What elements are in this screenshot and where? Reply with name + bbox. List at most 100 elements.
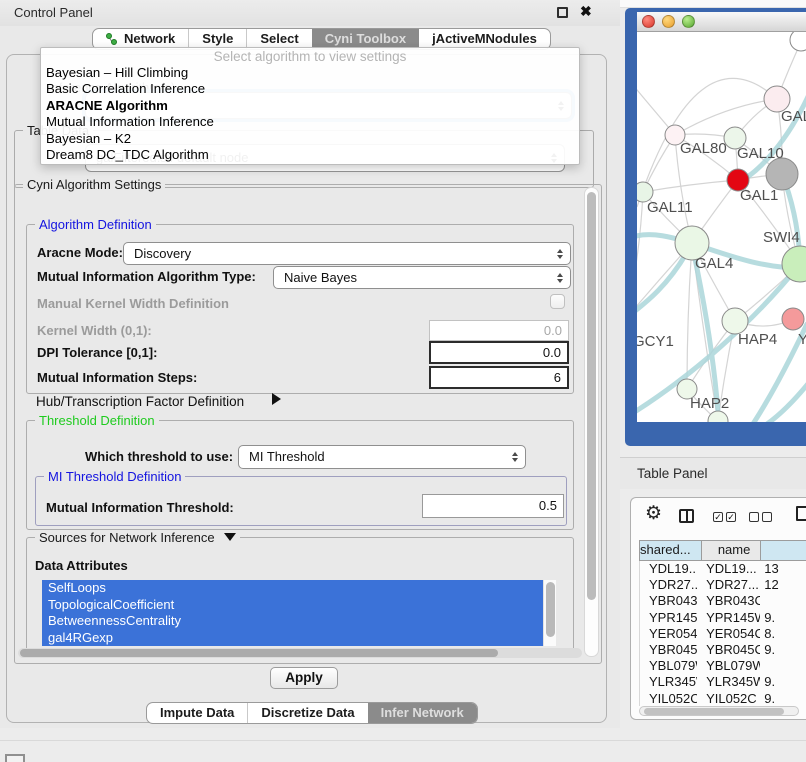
select-all-checkboxes-icon[interactable]: ✓✓ [713,512,736,522]
algorithm-definition-group: Algorithm Definition Aracne Mode: Discov… [26,224,574,394]
tab-cyni-toolbox[interactable]: Cyni Toolbox [312,29,419,49]
tab-jactivemnodules[interactable]: jActiveMNodules [419,29,550,49]
combo-stepper-icon [512,446,518,468]
tab-style[interactable]: Style [188,29,246,49]
table-row[interactable]: YIL052CYIL052C9. [640,691,806,707]
apply-button[interactable]: Apply [270,667,338,689]
table-row[interactable]: YBR043CYBR043C [640,593,806,609]
network-node[interactable] [790,32,806,51]
float-panel-icon[interactable] [557,7,568,18]
table-cell: 13 [760,561,806,577]
aracne-mode-combo[interactable]: Discovery [123,242,571,265]
control-panel: Control Panel ✖ NetworkStyleSelectCyni T… [0,0,620,728]
bottom-tab-impute-data[interactable]: Impute Data [147,703,247,723]
table-horizontal-scrollbar[interactable] [639,706,799,716]
settings-vertical-scrollbar[interactable] [584,187,599,657]
collapse-arrow-icon[interactable] [224,533,236,541]
algorithm-option[interactable]: Basic Correlation Inference [41,81,579,97]
mi-threshold-label: Mutual Information Threshold: [46,500,234,515]
network-node-swi4[interactable] [782,246,806,282]
attributes-vertical-scrollbar[interactable] [543,580,556,646]
algorithm-option[interactable]: Dream8 DC_TDC Algorithm [41,147,579,163]
data-attributes-label: Data Attributes [35,558,128,573]
table-rows: YDL19...YDL19...13YDR27...YDR27...12YBR0… [639,561,806,706]
algorithm-option[interactable]: ARACNE Algorithm [41,98,579,114]
attribute-list-item[interactable]: BetweennessCentrality [42,613,543,630]
table-cell: YPR145W [640,610,697,626]
close-traffic-light-icon[interactable] [642,15,655,28]
bottom-tab-infer-network[interactable]: Infer Network [368,703,477,723]
table-cell: YDR27... [697,577,760,593]
expand-arrow-icon[interactable] [272,393,281,405]
table-cell: 12 [760,577,806,593]
table-row[interactable]: YPR145WYPR145W9. [640,610,806,626]
tab-network[interactable]: Network [93,29,188,49]
which-threshold-combo[interactable]: MI Threshold [238,445,526,469]
network-nodes: GALGAL80GAL10GAL1GAL11GAL4SWI4GCY1HAP4YH… [637,32,806,422]
sources-title-text: Sources for Network Inference [39,530,215,545]
table-row[interactable]: YBR045CYBR045C9. [640,642,806,658]
aracne-mode-value: Discovery [134,243,570,264]
network-node-y[interactable] [782,308,804,330]
column-header[interactable]: shared... [640,541,702,560]
column-header[interactable] [761,541,806,560]
collapsed-panel-button[interactable] [5,754,25,762]
threshold-definition-group: Threshold Definition Which threshold to … [26,420,574,530]
settings-gear-icon[interactable]: ⚙ [645,502,662,525]
network-canvas[interactable]: GALGAL80GAL10GAL1GAL11GAL4SWI4GCY1HAP4YH… [637,32,806,422]
hub-definition-label: Hub/Transcription Factor Definition [36,394,244,409]
kernel-width-field[interactable]: 0.0 [429,320,569,341]
document-icon[interactable] [796,506,806,521]
algorithm-definition-title: Algorithm Definition [35,217,156,232]
tab-select[interactable]: Select [246,29,311,49]
algorithm-option[interactable]: Mutual Information Inference [41,114,579,130]
mi-threshold-field[interactable]: 0.5 [422,494,564,518]
scrollbar-thumb[interactable] [546,582,555,637]
table-row[interactable]: YBL079WYBL079W [640,658,806,674]
network-node[interactable] [708,411,728,422]
mi-steps-label: Mutual Information Steps: [37,370,197,385]
table-cell: 9. [760,610,806,626]
mi-steps-field[interactable]: 6 [429,366,569,389]
bottom-tab-discretize-data[interactable]: Discretize Data [247,703,367,723]
split-columns-icon[interactable] [679,509,694,523]
dpi-tolerance-field[interactable]: 0.0 [429,341,569,364]
network-view-window: GALGAL80GAL10GAL1GAL11GAL4SWI4GCY1HAP4YH… [625,8,806,446]
settings-horizontal-scrollbar[interactable] [18,648,582,658]
dpi-tolerance-label: DPI Tolerance [0,1]: [37,345,157,360]
network-window-titlebar[interactable] [637,12,806,32]
table-row[interactable]: YDR27...YDR27...12 [640,577,806,593]
scrollbar-thumb[interactable] [20,649,498,657]
node-label: GAL11 [647,199,693,216]
close-panel-icon[interactable]: ✖ [580,3,592,20]
scrollbar-thumb[interactable] [644,708,784,715]
mi-algorithm-type-combo[interactable]: Naive Bayes [273,266,571,289]
table-row[interactable]: YLR345WYLR345W9. [640,674,806,690]
mi-algorithm-type-value: Naive Bayes [284,267,570,288]
table-row[interactable]: YDL19...YDL19...13 [640,561,806,577]
table-cell: YDR27... [640,577,697,593]
algorithm-option[interactable]: Bayesian – K2 [41,131,579,147]
attribute-list-item[interactable]: SelfLoops [42,580,543,597]
combo-stepper-icon [557,243,563,264]
table-row[interactable]: YER054CYER054C8. [640,626,806,642]
attribute-list-item[interactable]: gal4RGexp [42,630,543,647]
algorithm-option[interactable]: Bayesian – Hill Climbing [41,65,579,81]
aracne-mode-label: Aracne Mode: [37,245,123,260]
tab-label: Cyni Toolbox [325,29,406,49]
column-header[interactable]: name [702,541,762,560]
node-label: GCY1 [637,333,674,350]
tab-label: Impute Data [160,703,234,723]
manual-kernel-width-label: Manual Kernel Width Definition [37,296,229,311]
tab-label: Discretize Data [261,703,354,723]
scrollbar-thumb[interactable] [587,192,596,600]
table-cell: YBR043C [697,593,760,609]
table-cell: YPR145W [697,610,760,626]
attribute-list-item[interactable]: TopologicalCoefficient [42,597,543,614]
zoom-traffic-light-icon[interactable] [682,15,695,28]
minimize-traffic-light-icon[interactable] [662,15,675,28]
table-header-row: shared...name [639,540,806,561]
manual-kernel-width-checkbox[interactable] [550,294,565,309]
network-node[interactable] [766,158,798,190]
deselect-all-checkboxes-icon[interactable] [749,512,772,522]
